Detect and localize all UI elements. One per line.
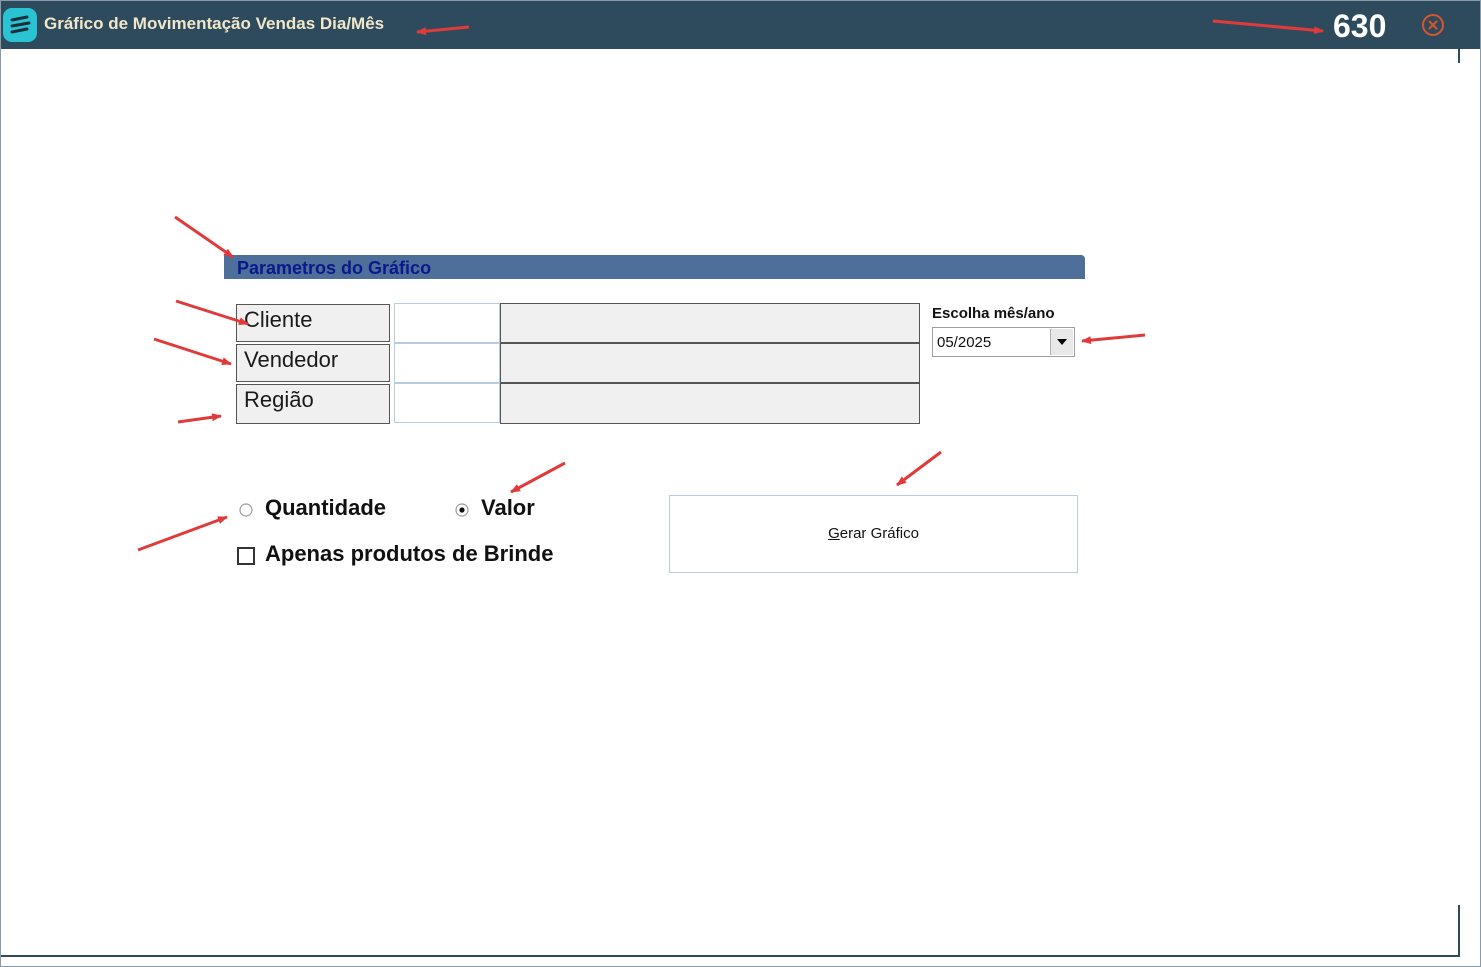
gerar-label: erar Gráfico [839, 525, 919, 542]
dropdown-button[interactable] [1050, 329, 1073, 355]
brinde-checkbox[interactable] [237, 547, 255, 565]
chevron-down-icon [1057, 339, 1067, 345]
gerar-mnemonic: G [828, 525, 840, 542]
arrow-month [1081, 333, 1146, 345]
arrow-button [896, 450, 942, 487]
window-border-right [1458, 49, 1460, 63]
month-year-value: 05/2025 [937, 334, 992, 351]
arrow-vendedor [153, 337, 232, 366]
quantidade-label[interactable]: Quantidade [265, 495, 386, 521]
regiao-description-field [500, 383, 920, 424]
params-section-title: Parametros do Gráfico [237, 258, 432, 278]
annotation-arrows [137, 19, 1324, 552]
window-title: Gráfico de Movimentação Vendas Dia/Mês [44, 14, 385, 33]
arrow-header [174, 215, 234, 259]
chart-window: Gráfico de Movimentação Vendas Dia/Mês 6… [0, 0, 1481, 967]
cliente-code-input[interactable] [394, 303, 500, 343]
vendedor-description-field [500, 343, 920, 383]
radio-checked-icon [455, 503, 469, 517]
window-border-bottom [1, 955, 1460, 957]
title-bar: Gráfico de Movimentação Vendas Dia/Mês 6… [1, 1, 1480, 49]
valor-radio[interactable] [455, 503, 469, 517]
regiao-code-input[interactable] [394, 383, 500, 423]
valor-label[interactable]: Valor [481, 495, 535, 521]
arrow-regiao [177, 413, 222, 424]
arrow-valor [510, 461, 566, 494]
brinde-label[interactable]: Apenas produtos de Brinde [265, 541, 553, 567]
month-year-label: Escolha mês/ano [932, 305, 1055, 322]
radio-unchecked-icon [239, 503, 253, 517]
gerar-grafico-button[interactable]: Gerar Gráfico [669, 495, 1078, 573]
params-section-header: Parametros do Gráfico [224, 255, 1085, 279]
month-year-select[interactable]: 05/2025 [932, 327, 1075, 357]
vendedor-code-input[interactable] [394, 343, 500, 383]
window-border-right-bottom [1458, 905, 1460, 955]
app-logo-icon [3, 8, 37, 42]
cliente-label: Cliente [236, 304, 390, 342]
vendedor-label: Vendedor [236, 344, 390, 382]
quantidade-radio[interactable] [239, 503, 253, 517]
screen-code: 630 [1333, 8, 1387, 44]
close-button[interactable] [1421, 13, 1445, 37]
cliente-description-field [500, 303, 920, 343]
regiao-label: Região [236, 384, 390, 424]
close-icon[interactable] [1421, 13, 1445, 37]
arrow-quantidade [137, 515, 228, 552]
